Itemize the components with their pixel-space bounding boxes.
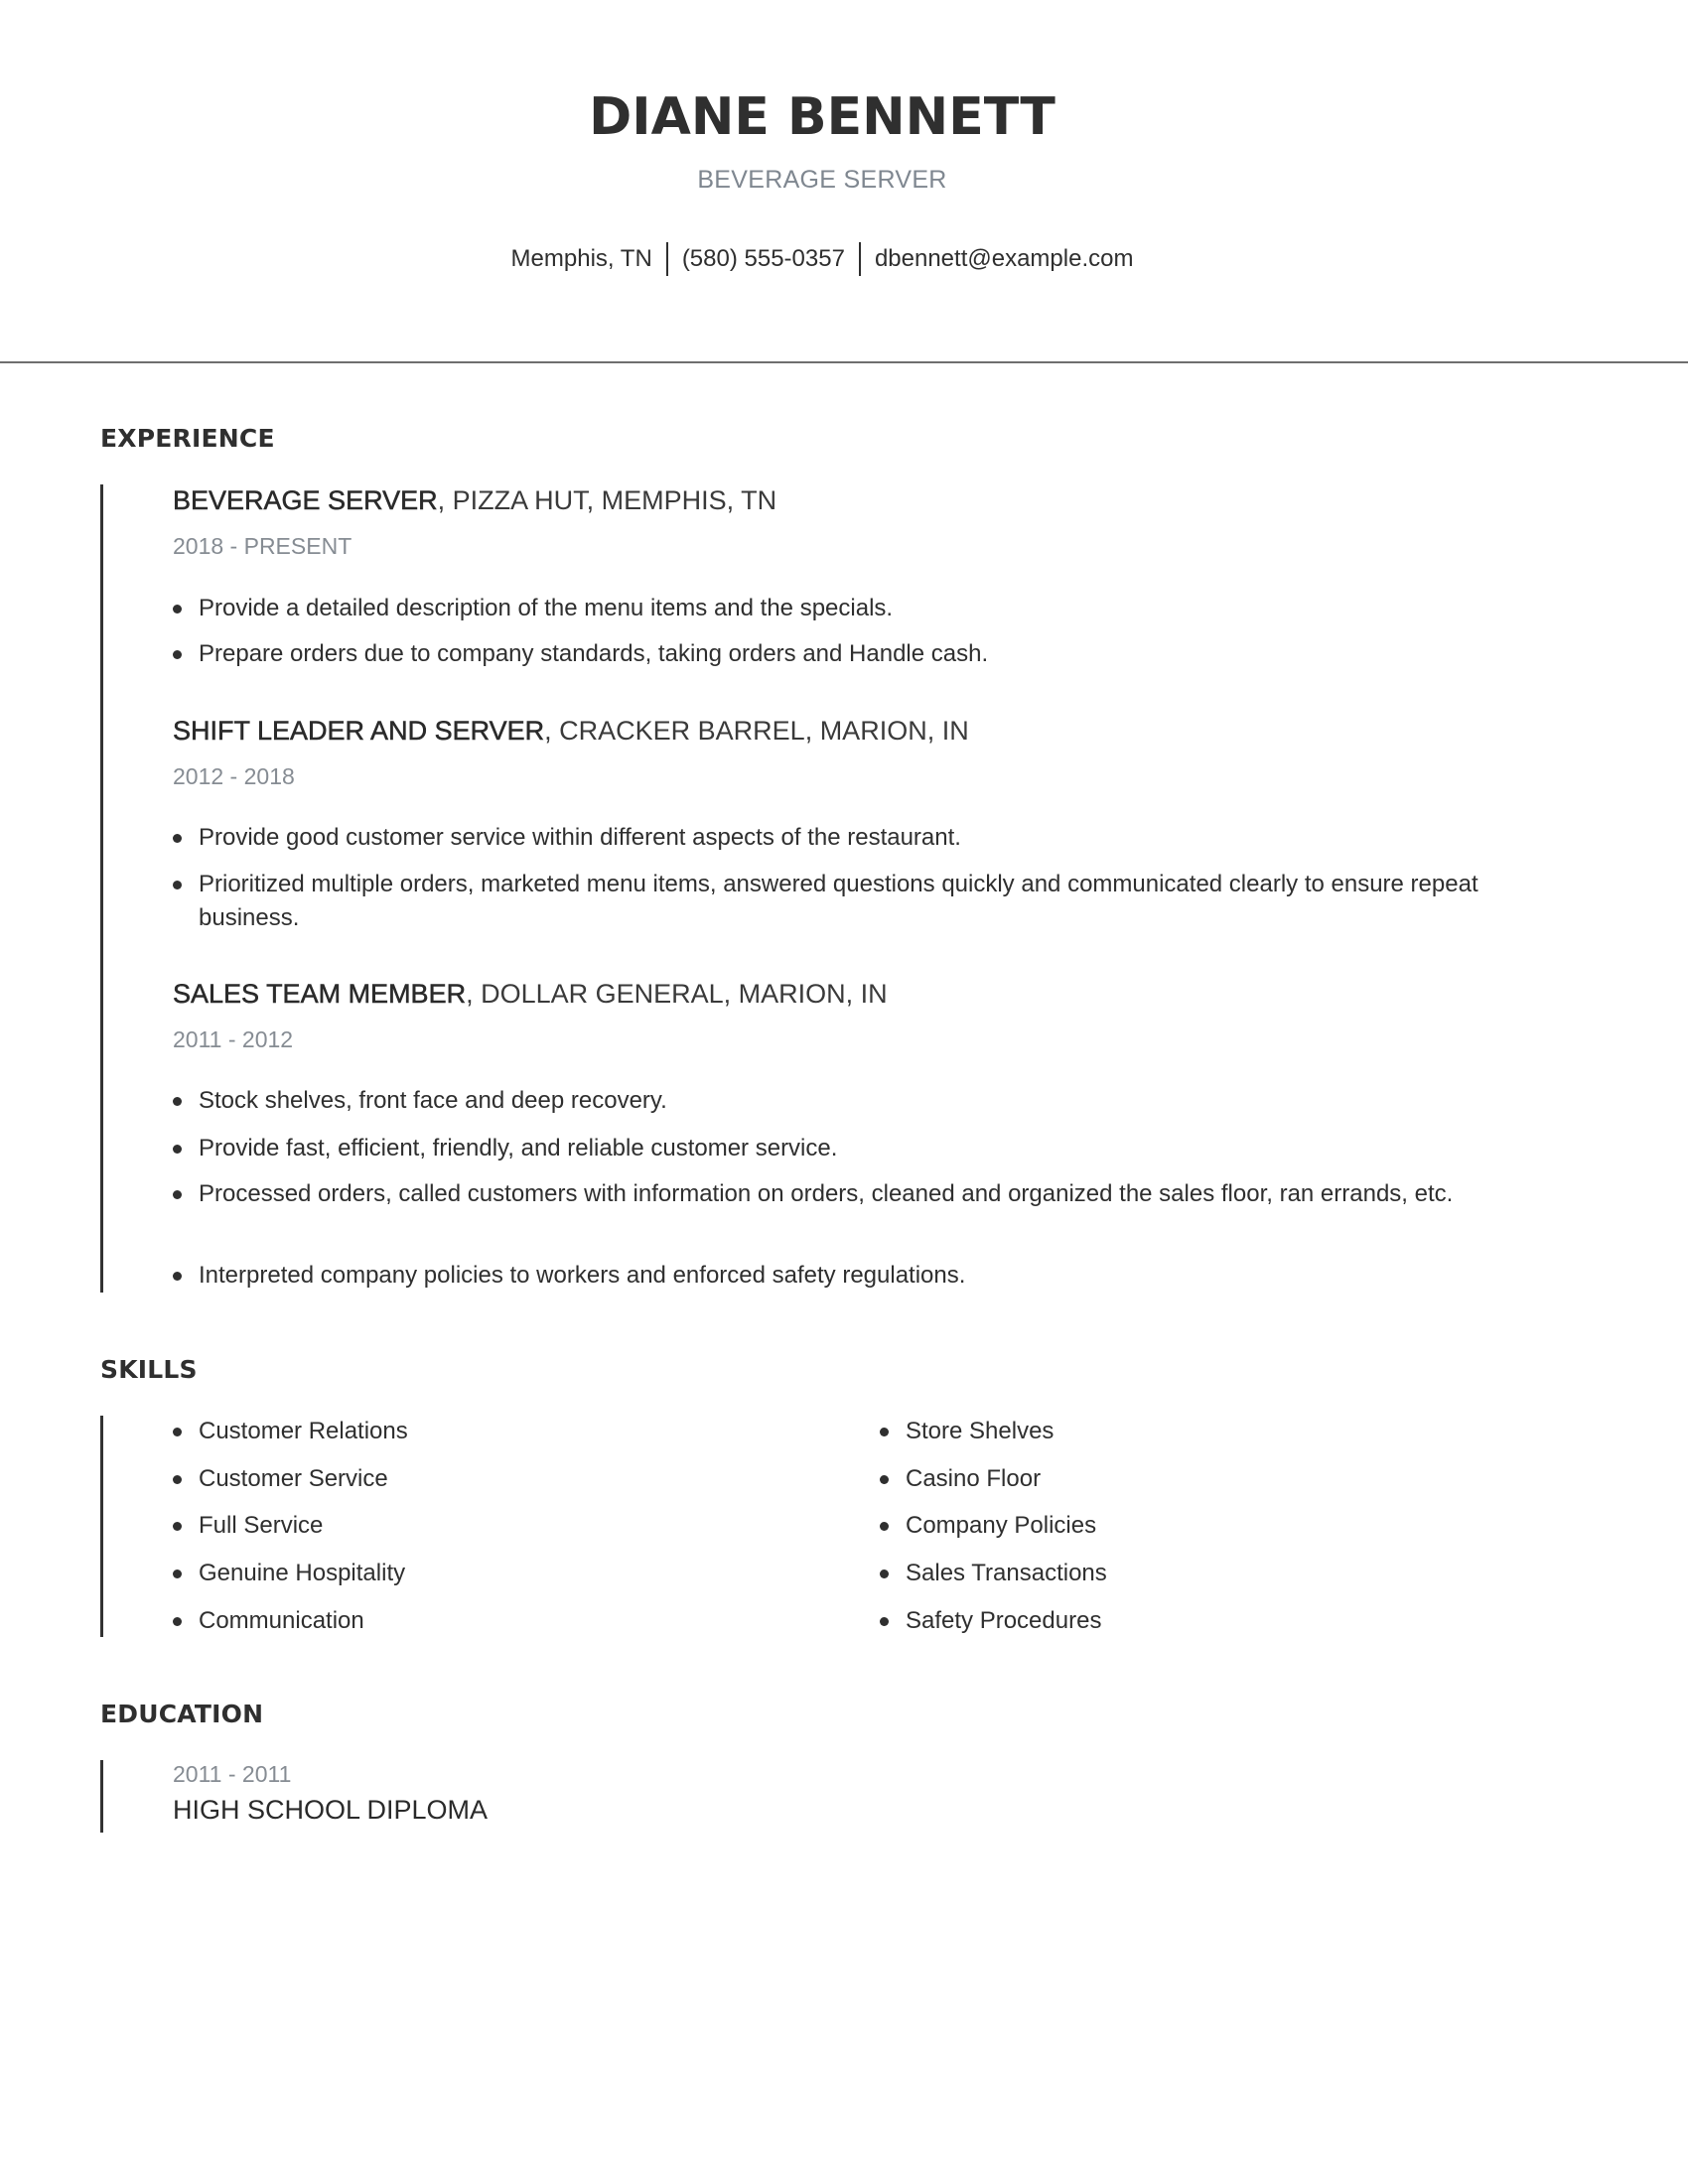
- job-employer: , PIZZA HUT, MEMPHIS, TN: [437, 485, 777, 515]
- list-item: Interpreted company policies to workers …: [173, 1259, 1583, 1293]
- bullet-icon: [173, 1617, 182, 1626]
- bullet-icon: [173, 1475, 182, 1484]
- bullet-icon: [173, 1145, 182, 1154]
- job-dates: 2011 - 2012: [173, 1026, 294, 1052]
- bullet-icon: [880, 1570, 889, 1578]
- list-item: Processed orders, called customers with …: [173, 1177, 1583, 1211]
- bullet-icon: [880, 1475, 889, 1484]
- bullet-icon: [173, 1428, 182, 1436]
- skill-item: Genuine Hospitality: [173, 1557, 405, 1590]
- bullet-icon: [880, 1522, 889, 1531]
- bullet-icon: [173, 834, 182, 843]
- bullet-icon: [173, 1190, 182, 1199]
- skill-item: Safety Procedures: [880, 1604, 1101, 1638]
- education-bar: [100, 1760, 103, 1833]
- skills-bar: [100, 1416, 103, 1637]
- contact-location: Memphis, TN: [510, 245, 652, 272]
- job-dates: 2012 - 2018: [173, 763, 295, 789]
- candidate-title: BEVERAGE SERVER: [697, 166, 947, 194]
- bullet-icon: [173, 605, 182, 614]
- skill-item: Store Shelves: [880, 1415, 1054, 1448]
- skill-item: Communication: [173, 1604, 364, 1638]
- bullet-icon: [173, 1570, 182, 1578]
- skill-item: Customer Relations: [173, 1415, 408, 1448]
- list-item: Prioritized multiple orders, marketed me…: [173, 868, 1583, 935]
- education-heading: EDUCATION: [100, 1700, 264, 1728]
- header-divider: [0, 361, 1688, 363]
- bullet-icon: [880, 1617, 889, 1626]
- bullet-icon: [173, 881, 182, 889]
- contact-email: dbennett@example.com: [874, 245, 1134, 272]
- skill-item: Casino Floor: [880, 1462, 1041, 1496]
- skills-heading: SKILLS: [100, 1355, 198, 1384]
- job-employer: , DOLLAR GENERAL, MARION, IN: [466, 979, 888, 1009]
- bullet-icon: [173, 1522, 182, 1531]
- bullet-icon: [173, 1272, 182, 1281]
- bullet-icon: [880, 1428, 889, 1436]
- list-item: Provide good customer service within dif…: [173, 821, 1583, 855]
- job-role: BEVERAGE SERVER: [173, 485, 438, 516]
- experience-bar: [100, 484, 103, 1293]
- contact-phone: (580) 555-0357: [681, 245, 845, 272]
- list-item: Stock shelves, front face and deep recov…: [173, 1084, 1583, 1118]
- skill-item: Sales Transactions: [880, 1557, 1107, 1590]
- list-item: Provide a detailed description of the me…: [173, 592, 1583, 625]
- list-item: Prepare orders due to company standards,…: [173, 637, 1583, 671]
- skill-item: Company Policies: [880, 1509, 1096, 1543]
- contact-divider: [665, 242, 668, 276]
- experience-heading: EXPERIENCE: [100, 424, 275, 453]
- job-title: SALES TEAM MEMBER, DOLLAR GENERAL, MARIO…: [173, 979, 888, 1010]
- skill-item: Customer Service: [173, 1462, 388, 1496]
- education-degree: HIGH SCHOOL DIPLOMA: [173, 1795, 489, 1825]
- job-dates: 2018 - PRESENT: [173, 533, 352, 559]
- job-role: SHIFT LEADER AND SERVER: [173, 716, 545, 747]
- job-employer: , CRACKER BARREL, MARION, IN: [544, 716, 969, 746]
- education-dates: 2011 - 2011: [173, 1761, 292, 1787]
- skill-item: Full Service: [173, 1509, 323, 1543]
- job-title: BEVERAGE SERVER, PIZZA HUT, MEMPHIS, TN: [173, 485, 776, 516]
- candidate-name: DIANE BENNETT: [589, 87, 1055, 147]
- bullet-icon: [173, 650, 182, 659]
- list-item: Provide fast, efficient, friendly, and r…: [173, 1132, 1583, 1165]
- bullet-icon: [173, 1097, 182, 1106]
- contact-divider: [858, 242, 861, 276]
- contact-line: Memphis, TN (580) 555-0357 dbennett@exam…: [0, 242, 1644, 276]
- job-title: SHIFT LEADER AND SERVER, CRACKER BARREL,…: [173, 716, 969, 747]
- job-role: SALES TEAM MEMBER: [173, 979, 467, 1010]
